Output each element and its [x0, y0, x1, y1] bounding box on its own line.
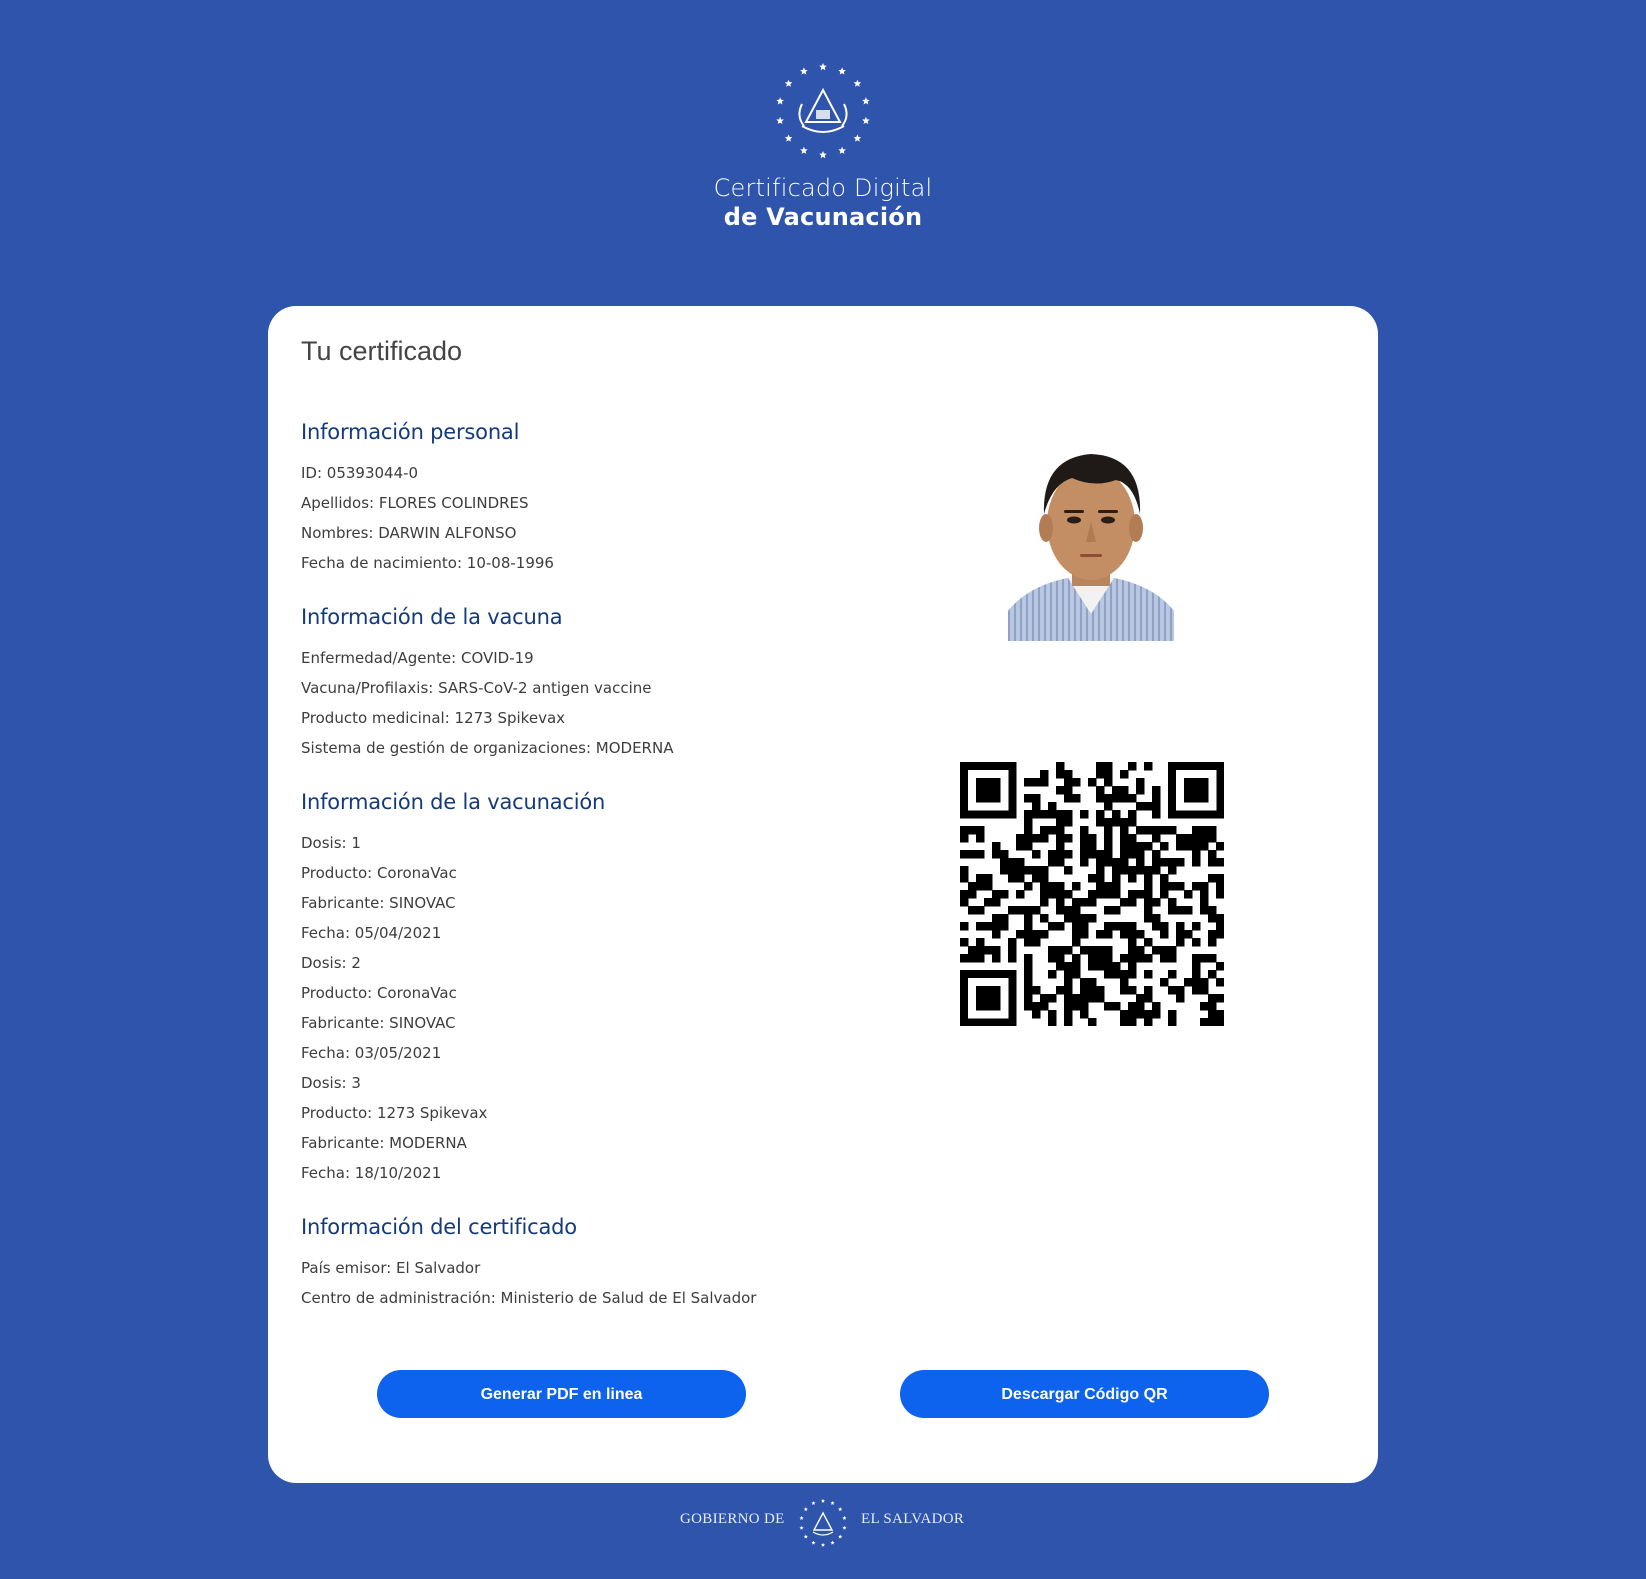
field-fabricante: Fabricante: SINOVAC [301, 894, 456, 912]
field-id: ID: 05393044-0 [301, 464, 419, 482]
page-header: Certificado Digital de Vacunación [0, 0, 1646, 300]
title-line-2: de Vacunación [723, 203, 923, 231]
field-apellidos: Apellidos: FLORES COLINDRES [301, 494, 529, 512]
field-fecha-nacimiento: Fecha de nacimiento: 10-08-1996 [301, 554, 554, 572]
field-dosis: Dosis: 1 [301, 834, 361, 852]
section-heading: Información de la vacuna [301, 605, 563, 629]
field-producto: Producto: CoronaVac [301, 864, 457, 882]
field-fecha: Fecha: 03/05/2021 [301, 1044, 442, 1062]
page-footer: GOBIERNO DE EL SALVADOR [0, 1498, 1646, 1548]
field-fecha: Fecha: 18/10/2021 [301, 1164, 442, 1182]
card-title: Tu certificado [301, 336, 463, 366]
field-pais-emisor: País emisor: El Salvador [301, 1259, 481, 1277]
download-qr-button[interactable]: Descargar Código QR [900, 1370, 1269, 1418]
section-vaccination-info: Información de la vacunación Dosis: 1 Pr… [301, 790, 605, 1188]
certificate-card: Tu certificado Información personal ID: … [268, 306, 1378, 1483]
field-vacuna: Vacuna/Profilaxis: SARS-CoV-2 antigen va… [301, 679, 652, 697]
field-dosis: Dosis: 3 [301, 1074, 361, 1092]
holder-photo [1008, 436, 1174, 641]
footer-text-right: EL SALVADOR [861, 1511, 965, 1527]
el-salvador-seal-icon [798, 1498, 848, 1548]
field-fabricante: Fabricante: MODERNA [301, 1134, 467, 1152]
el-salvador-seal-icon [772, 60, 874, 162]
field-sistema-gestion: Sistema de gestión de organizaciones: MO… [301, 739, 674, 757]
section-vaccine-info: Información de la vacuna Enfermedad/Agen… [301, 605, 673, 763]
field-nombres: Nombres: DARWIN ALFONSO [301, 524, 517, 542]
field-fecha: Fecha: 05/04/2021 [301, 924, 442, 942]
field-fabricante: Fabricante: SINOVAC [301, 1014, 456, 1032]
section-heading: Información del certificado [301, 1215, 577, 1239]
field-producto: Producto: CoronaVac [301, 984, 457, 1002]
field-producto-medicinal: Producto medicinal: 1273 Spikevax [301, 709, 566, 727]
qr-code [960, 762, 1225, 1027]
section-heading: Información de la vacunación [301, 790, 606, 814]
footer-text-left: GOBIERNO DE [680, 1511, 785, 1527]
field-centro-administracion: Centro de administración: Ministerio de … [301, 1289, 757, 1307]
section-certificate-info: Información del certificado País emisor:… [301, 1215, 756, 1313]
title-line-1: Certificado Digital [713, 174, 933, 202]
field-dosis: Dosis: 2 [301, 954, 361, 972]
section-heading: Información personal [301, 420, 520, 444]
field-enfermedad: Enfermedad/Agente: COVID-19 [301, 649, 534, 667]
section-personal-info: Información personal ID: 05393044-0 Apel… [301, 420, 554, 578]
field-producto: Producto: 1273 Spikevax [301, 1104, 488, 1122]
generate-pdf-button[interactable]: Generar PDF en linea [377, 1370, 746, 1418]
